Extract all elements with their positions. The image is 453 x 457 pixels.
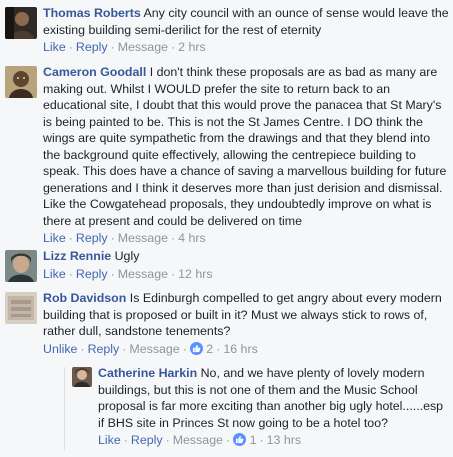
reply-button[interactable]: Reply bbox=[88, 342, 120, 356]
timestamp[interactable]: 4 hrs bbox=[178, 231, 206, 245]
separator: · bbox=[110, 231, 115, 245]
like-button[interactable]: Like bbox=[98, 433, 121, 447]
timestamp[interactable]: 12 hrs bbox=[178, 267, 212, 281]
comment-author[interactable]: Lizz Rennie bbox=[43, 249, 111, 263]
separator: · bbox=[165, 433, 170, 447]
avatar[interactable] bbox=[72, 367, 92, 387]
separator: · bbox=[68, 231, 73, 245]
unlike-button[interactable]: Unlike bbox=[43, 342, 77, 356]
separator: · bbox=[80, 341, 85, 356]
message-label: Message bbox=[117, 40, 168, 54]
avatar[interactable] bbox=[5, 7, 37, 39]
comment-text: Ugly bbox=[114, 249, 140, 263]
message-label: Message bbox=[117, 231, 168, 245]
like-button[interactable]: Like bbox=[43, 40, 66, 54]
separator: · bbox=[110, 266, 115, 281]
separator: · bbox=[182, 341, 187, 356]
timestamp[interactable]: 16 hrs bbox=[223, 342, 257, 356]
comment-author[interactable]: Cameron Goodall bbox=[43, 65, 146, 79]
separator: · bbox=[122, 341, 127, 356]
separator: · bbox=[259, 433, 264, 447]
separator: · bbox=[170, 231, 176, 245]
reply-thread-line bbox=[64, 367, 65, 451]
separator: · bbox=[225, 433, 231, 447]
like-button[interactable]: Like bbox=[43, 267, 66, 281]
thumbs-up-icon[interactable] bbox=[233, 433, 247, 446]
reply-button[interactable]: Reply bbox=[76, 267, 108, 281]
reply-button[interactable]: Reply bbox=[131, 433, 163, 447]
separator: · bbox=[110, 40, 115, 54]
separator: · bbox=[170, 40, 176, 54]
like-button[interactable]: Like bbox=[43, 231, 66, 245]
avatar[interactable] bbox=[5, 66, 37, 98]
separator: · bbox=[68, 266, 73, 281]
reply-button[interactable]: Reply bbox=[76, 231, 108, 245]
comment-author[interactable]: Catherine Harkin bbox=[98, 366, 197, 380]
comment-thread: Thomas Roberts Any city council with an … bbox=[0, 0, 453, 457]
avatar[interactable] bbox=[5, 292, 37, 324]
comment-author[interactable]: Thomas Roberts bbox=[43, 6, 141, 20]
message-label: Message bbox=[129, 341, 180, 356]
separator: · bbox=[123, 433, 128, 447]
avatar[interactable] bbox=[5, 250, 37, 282]
comment-author[interactable]: Rob Davidson bbox=[43, 291, 126, 305]
comment-text: I don't think these proposals are as bad… bbox=[43, 65, 447, 228]
reply-button[interactable]: Reply bbox=[76, 40, 108, 54]
timestamp[interactable]: 2 hrs bbox=[178, 40, 206, 54]
message-label: Message bbox=[117, 266, 168, 281]
separator: · bbox=[216, 341, 221, 356]
separator: · bbox=[170, 266, 176, 281]
message-label: Message bbox=[172, 433, 223, 447]
thumbs-up-icon[interactable] bbox=[189, 341, 203, 355]
timestamp[interactable]: 13 hrs bbox=[267, 433, 301, 447]
separator: · bbox=[68, 40, 73, 54]
